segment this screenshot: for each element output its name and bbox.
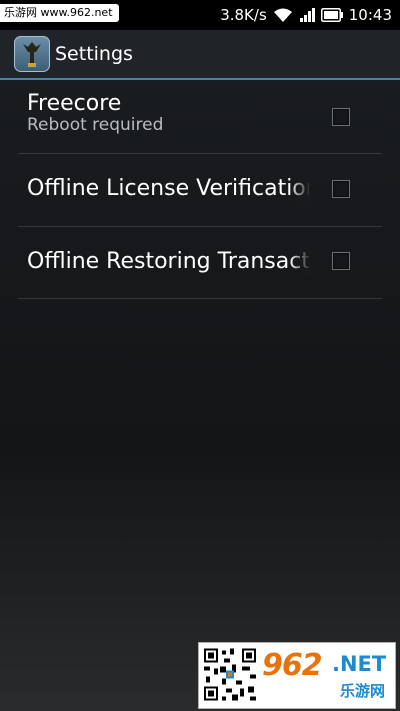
offline-restoring-checkbox[interactable] [332, 252, 350, 270]
network-speed: 3.8K/s [220, 6, 267, 24]
action-bar-divider [0, 78, 400, 80]
status-indicators: 3.8K/s 10:43 [220, 0, 392, 30]
text-fade [289, 247, 311, 277]
pref-summary: Reboot required [27, 115, 164, 135]
watermark-top: 乐游网 www.962.net [0, 4, 119, 22]
watermark-brand: 962 .NET 乐游网 [262, 646, 390, 703]
watermark-number: 962 [262, 648, 323, 683]
wifi-icon [273, 7, 293, 23]
page-title: Settings [55, 43, 133, 65]
clock: 10:43 [348, 6, 392, 24]
freecore-checkbox[interactable] [332, 108, 350, 126]
watermark-cn-name: 乐游网 [340, 682, 386, 700]
qr-code-icon [202, 646, 258, 703]
pref-offline-license-verification[interactable]: Offline License Verification [18, 154, 382, 227]
watermark-domain: .NET [332, 652, 387, 676]
pref-offline-restoring-transactions[interactable]: Offline Restoring Transactions [18, 226, 382, 299]
pref-freecore[interactable]: Freecore Reboot required [18, 81, 382, 154]
text-fade [289, 174, 311, 204]
status-bar: 乐游网 www.962.net 3.8K/s 10:43 [0, 0, 400, 30]
pref-title: Offline Restoring Transactions [27, 249, 309, 274]
signal-icon [299, 7, 315, 23]
app-icon[interactable] [14, 36, 50, 72]
offline-license-checkbox[interactable] [332, 180, 350, 198]
pref-title: Offline License Verification [27, 176, 309, 201]
battery-icon [320, 8, 343, 22]
screen: 乐游网 www.962.net 3.8K/s 10:43 Settings Fr… [0, 0, 400, 711]
